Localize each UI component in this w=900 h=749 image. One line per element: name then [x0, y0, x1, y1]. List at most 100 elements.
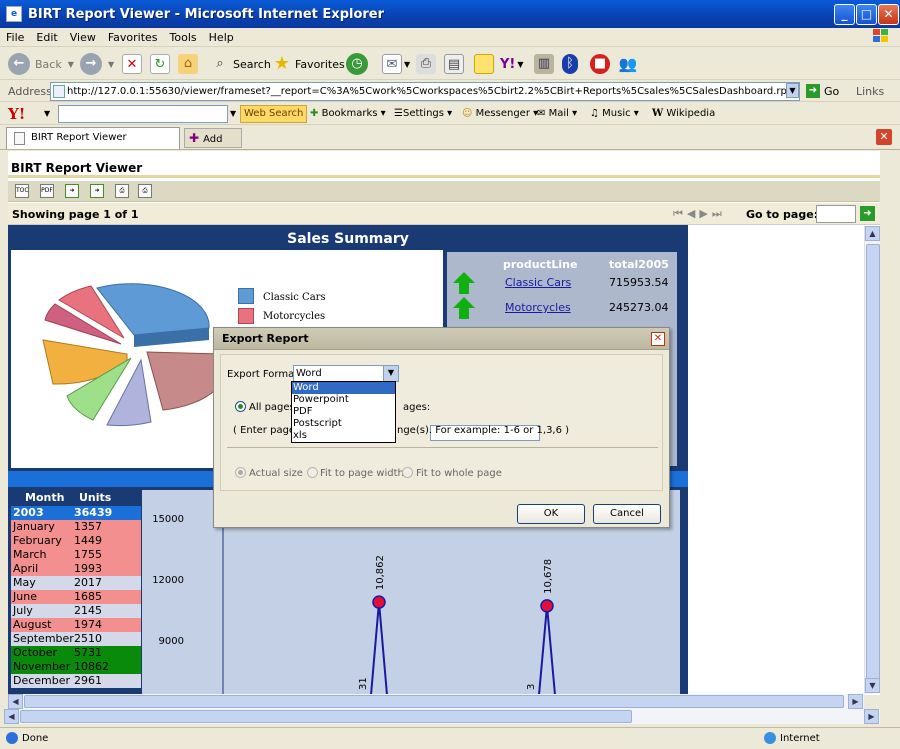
address-input[interactable]: http://127.0.0.1:55630/viewer/frameset?_…	[50, 82, 800, 101]
fit-whole-page-radio[interactable]	[402, 467, 413, 478]
tab-birt-report-viewer[interactable]: BIRT Report Viewer	[6, 127, 180, 149]
vertical-scrollbar[interactable]: ▲ ▼	[864, 226, 880, 694]
scroll-left-icon[interactable]: ◀	[4, 709, 19, 724]
yahoo-search-input[interactable]	[58, 105, 228, 123]
research-button[interactable]: ▥	[534, 52, 554, 76]
scroll-up-icon[interactable]: ▲	[865, 226, 880, 241]
series-line	[370, 602, 388, 695]
wikipedia-button[interactable]: W Wikipedia	[652, 108, 715, 119]
first-page-icon[interactable]: ⏮	[673, 207, 687, 220]
scroll-right-icon[interactable]: ▶	[864, 709, 879, 724]
last-page-icon[interactable]: ⏭	[712, 207, 726, 220]
close-window-button[interactable]: ✕	[878, 4, 899, 25]
forward-arrow-icon: →	[80, 53, 102, 75]
toc-icon[interactable]: TOC	[15, 184, 29, 198]
globe-icon	[764, 732, 776, 744]
refresh-button[interactable]: ↻	[150, 52, 170, 76]
units-sold-value: 5731	[74, 646, 102, 659]
add-tab-button[interactable]: ✚Add Tab	[184, 128, 242, 163]
scroll-right-icon[interactable]: ▶	[848, 694, 863, 709]
export-format-select[interactable]: Word ▼	[293, 365, 399, 382]
cancel-button[interactable]: Cancel	[593, 504, 661, 524]
legend-label-classic-cars: Classic Cars	[263, 292, 326, 303]
product-link-classic-cars[interactable]: Classic Cars	[505, 276, 571, 289]
go-button[interactable]: ➜ Go	[806, 84, 839, 98]
goto-page-button[interactable]: ➜	[860, 206, 875, 221]
scroll-thumb[interactable]	[24, 695, 844, 708]
mail-button[interactable]: ✉ ▼	[382, 52, 410, 76]
scroll-thumb[interactable]	[866, 244, 880, 684]
menu-tools[interactable]: Tools	[170, 31, 197, 44]
minimize-button[interactable]: _	[834, 4, 855, 25]
format-option-pdf[interactable]: PDF	[292, 406, 395, 418]
chevron-down-icon[interactable]: ▼	[230, 109, 236, 118]
messenger-button[interactable]: ■	[590, 52, 610, 76]
format-option-postscript[interactable]: Postscript	[292, 418, 395, 430]
print-server-icon[interactable]: ⎙	[138, 184, 152, 198]
contacts-button[interactable]: 👥	[618, 52, 638, 76]
history-button[interactable]: ◷	[346, 52, 368, 76]
dialog-close-button[interactable]: ✕	[651, 332, 665, 346]
edit-button[interactable]: ▤	[444, 52, 464, 76]
horizontal-scrollbar-inner[interactable]: ◀ ▶	[8, 694, 864, 709]
tab-bar: BIRT Report Viewer ✚Add Tab ✕	[0, 126, 900, 163]
goto-page-input[interactable]	[816, 205, 856, 223]
table-row: August 1974	[11, 618, 141, 632]
actual-size-radio[interactable]	[235, 467, 246, 478]
menu-help[interactable]: Help	[209, 31, 234, 44]
scroll-left-icon[interactable]: ◀	[8, 694, 23, 709]
discuss-button[interactable]	[474, 52, 494, 76]
web-search-button[interactable]: Web Search	[240, 105, 308, 123]
export-report-icon[interactable]: ➜	[90, 184, 104, 198]
month-name: September	[13, 632, 74, 645]
product-link-motorcycles[interactable]: Motorcycles	[505, 301, 571, 314]
series-line	[538, 605, 556, 695]
menu-edit[interactable]: Edit	[36, 31, 57, 44]
window-title-bar[interactable]: e BIRT Report Viewer - Microsoft Interne…	[0, 0, 900, 28]
viewer-title: BIRT Report Viewer	[8, 151, 880, 178]
format-option-xls[interactable]: xls	[292, 430, 395, 442]
ok-button[interactable]: OK	[517, 504, 585, 524]
maximize-button[interactable]: □	[856, 4, 877, 25]
chevron-down-icon[interactable]: ▼	[44, 109, 50, 118]
scroll-down-icon[interactable]: ▼	[865, 678, 880, 693]
menu-file[interactable]: File	[6, 31, 24, 44]
menu-favorites[interactable]: Favorites	[108, 31, 158, 44]
address-dropdown-icon[interactable]: ▼	[786, 83, 799, 98]
all-pages-radio[interactable]	[235, 401, 246, 412]
print-icon[interactable]: ⎙	[115, 184, 129, 198]
table-row: November 10862	[11, 660, 141, 674]
print-button[interactable]: ⎙	[416, 52, 436, 76]
forward-button[interactable]: → ▼	[80, 52, 114, 76]
settings-menu[interactable]: ☰Settings ▾	[394, 108, 452, 119]
mail-menu[interactable]: ✉ Mail ▾	[537, 108, 577, 119]
close-tab-button[interactable]: ✕	[876, 129, 892, 145]
format-option-powerpoint[interactable]: Powerpoint	[292, 394, 395, 406]
favorites-button[interactable]: ★ Favorites	[272, 52, 345, 76]
horizontal-scrollbar-outer[interactable]: ◀ ▶	[4, 709, 880, 724]
run-report-icon[interactable]: PDF	[40, 184, 54, 198]
ie-page-icon: e	[6, 6, 22, 22]
back-button[interactable]: ← Back ▼	[8, 52, 74, 76]
home-button[interactable]: ⌂	[178, 52, 198, 76]
fit-page-width-radio[interactable]	[307, 467, 318, 478]
music-menu[interactable]: ♫ Music ▾	[590, 108, 639, 119]
next-page-icon[interactable]: ▶	[699, 207, 711, 220]
bookmarks-menu[interactable]: ✚ Bookmarks ▾	[310, 108, 386, 119]
search-button[interactable]: ⌕ Search	[210, 52, 270, 76]
page-indicator: Showing page 1 of 1	[12, 208, 139, 221]
bluetooth-button[interactable]: ᛒ	[562, 52, 578, 76]
stop-button[interactable]: ✕	[122, 52, 142, 76]
yahoo-logo[interactable]: Y!	[8, 105, 25, 123]
export-data-icon[interactable]: ➜	[65, 184, 79, 198]
format-option-word[interactable]: Word	[292, 382, 395, 394]
menu-view[interactable]: View	[70, 31, 96, 44]
yahoo-button[interactable]: Y! ▼	[500, 52, 524, 76]
month-name: February	[13, 534, 62, 547]
y-tick-label: 9000	[159, 636, 184, 647]
messenger-menu[interactable]: ☺ Messenger ▾	[462, 108, 538, 119]
prev-page-icon[interactable]: ◀	[687, 207, 699, 220]
print-icon: ⎙	[416, 54, 436, 74]
links-button[interactable]: Links	[856, 85, 884, 98]
scroll-thumb[interactable]	[20, 710, 632, 723]
